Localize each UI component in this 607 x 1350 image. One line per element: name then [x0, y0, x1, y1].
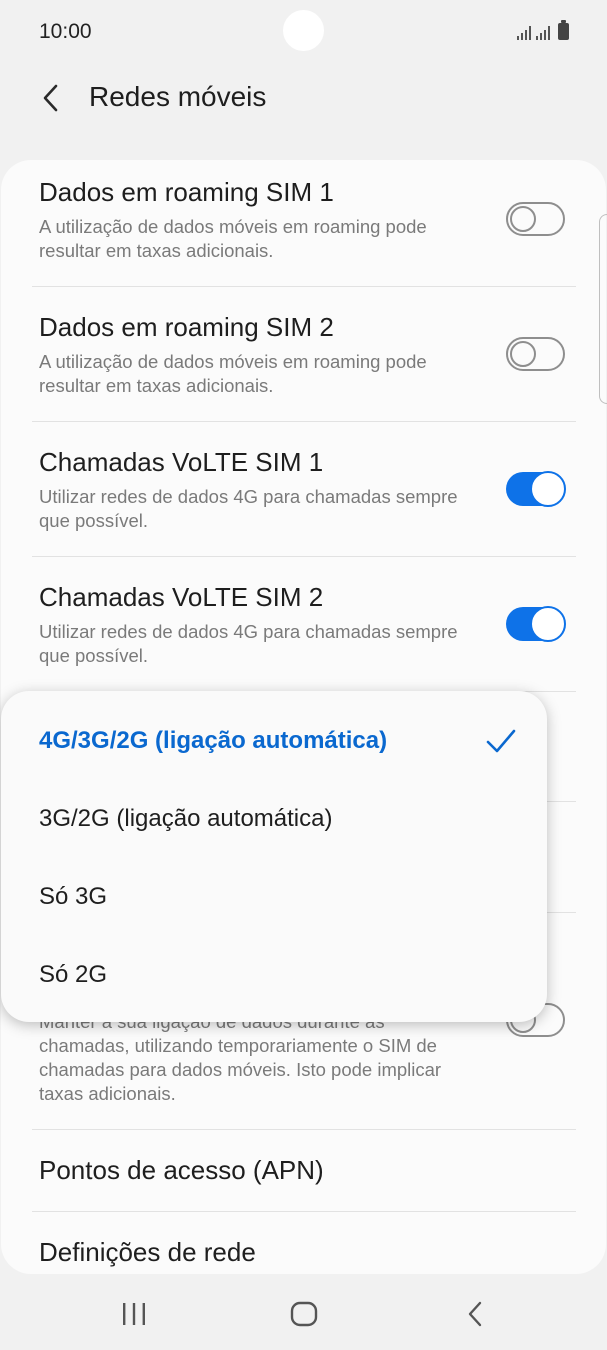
setting-description: Manter a sua ligação de dados durante as…: [39, 1011, 442, 1104]
setting-title: Pontos de acesso (APN): [39, 1155, 324, 1185]
signal-sim1-icon: [517, 24, 531, 40]
status-icons: [517, 20, 569, 40]
back-icon: [468, 1301, 482, 1327]
chevron-left-icon: [43, 84, 58, 112]
toggle-knob: [530, 471, 566, 507]
setting-volte-sim1[interactable]: Chamadas VoLTE SIM 1 Utilizar redes de d…: [1, 422, 606, 556]
network-mode-option-4g-3g-2g[interactable]: 4G/3G/2G (ligação automática): [39, 727, 387, 755]
setting-access-points[interactable]: Pontos de acesso (APN): [1, 1130, 606, 1211]
checkmark-icon: [486, 729, 516, 753]
navigation-bar: [0, 1274, 607, 1350]
nav-back-button[interactable]: [455, 1296, 495, 1332]
setting-description: A utilização de dados móveis em roaming …: [39, 351, 427, 396]
roaming-sim2-toggle[interactable]: [506, 337, 565, 371]
setting-description: Utilizar redes de dados 4G para chamadas…: [39, 486, 458, 531]
toggle-knob: [530, 606, 566, 642]
setting-network-settings[interactable]: Definições de rede: [1, 1212, 606, 1274]
setting-title: Chamadas VoLTE SIM 2: [39, 582, 324, 612]
back-button[interactable]: [30, 78, 70, 118]
network-mode-dropdown: 4G/3G/2G (ligação automática) 3G/2G (lig…: [1, 691, 547, 1022]
setting-title: Dados em roaming SIM 1: [39, 177, 334, 207]
roaming-sim1-toggle[interactable]: [506, 202, 565, 236]
home-button[interactable]: [284, 1296, 324, 1332]
recent-apps-button[interactable]: [114, 1296, 154, 1332]
setting-description: Utilizar redes de dados 4G para chamadas…: [39, 621, 458, 666]
front-camera-cutout: [283, 10, 324, 51]
toggle-knob: [510, 206, 536, 232]
setting-title: Definições de rede: [39, 1237, 256, 1267]
network-mode-option-2g-only[interactable]: Só 2G: [39, 961, 107, 989]
setting-roaming-sim1[interactable]: Dados em roaming SIM 1 A utilização de d…: [1, 160, 606, 286]
signal-sim2-icon: [536, 24, 550, 40]
toggle-knob: [510, 341, 536, 367]
status-bar: 10:00: [0, 0, 607, 64]
status-time: 10:00: [39, 20, 92, 43]
volte-sim1-toggle[interactable]: [506, 471, 566, 507]
network-mode-option-3g-only[interactable]: Só 3G: [39, 883, 107, 911]
volte-sim2-toggle[interactable]: [506, 606, 566, 642]
setting-volte-sim2[interactable]: Chamadas VoLTE SIM 2 Utilizar redes de d…: [1, 557, 606, 691]
setting-title: Chamadas VoLTE SIM 1: [39, 447, 324, 477]
setting-roaming-sim2[interactable]: Dados em roaming SIM 2 A utilização de d…: [1, 287, 606, 421]
page-title: Redes móveis: [89, 81, 267, 112]
network-mode-option-3g-2g[interactable]: 3G/2G (ligação automática): [39, 805, 332, 833]
app-bar: Redes móveis: [0, 64, 607, 134]
recent-apps-icon: [123, 1303, 145, 1325]
home-icon: [290, 1301, 318, 1327]
scroll-indicator[interactable]: [599, 214, 607, 404]
setting-title: Dados em roaming SIM 2: [39, 312, 334, 342]
battery-icon: [558, 20, 569, 40]
setting-description: A utilização de dados móveis em roaming …: [39, 216, 427, 261]
